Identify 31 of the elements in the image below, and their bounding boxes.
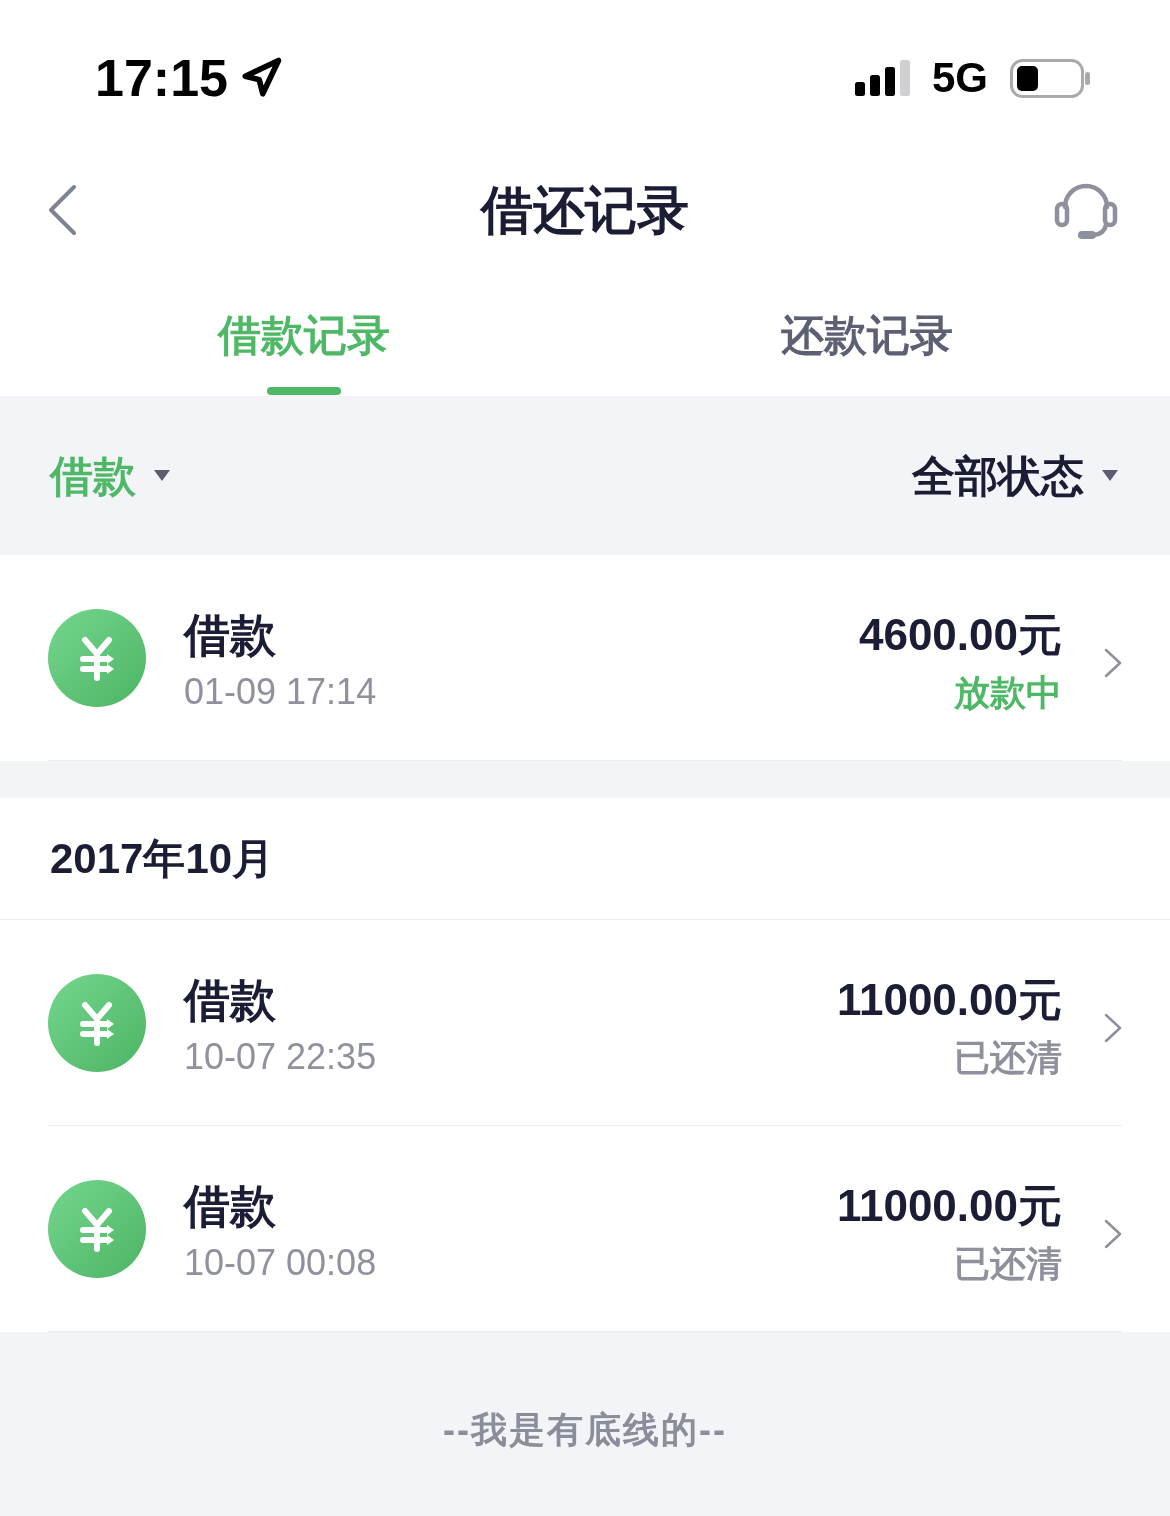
caret-down-icon [154,470,170,481]
status-time: 17:15 [95,48,228,108]
record-time: 01-09 17:14 [184,670,377,714]
caret-down-icon [1102,470,1118,481]
network-label: 5G [931,53,988,103]
record-status: 已还清 [954,1035,1062,1080]
record-title: 借款 [184,1180,277,1232]
month-heading: 2017年10月 [50,833,275,884]
end-of-list-text: --我是有底线的-- [443,1408,727,1452]
record-status: 已还清 [954,1241,1062,1286]
record-amount: 4600.00元 [858,608,1062,661]
battery-icon [1010,58,1090,98]
signal-icon [854,60,910,96]
record-time: 10-07 22:35 [184,1035,377,1079]
back-icon[interactable] [46,184,78,236]
record-amount: 11000.00元 [836,973,1062,1026]
record-time: 10-07 00:08 [184,1241,377,1285]
yen-coin-icon [48,973,146,1072]
chevron-right-icon [1104,1218,1122,1249]
record-title: 借款 [184,609,277,661]
tab[interactable]: 还款记录 [585,270,1148,396]
record-title: 借款 [184,974,277,1026]
chevron-right-icon [1104,647,1122,678]
yen-coin-icon [48,1179,146,1278]
record-amount: 11000.00元 [836,1179,1062,1232]
chevron-right-icon [1104,1012,1122,1043]
record-status: 放款中 [954,670,1062,715]
page-title: 借还记录 [481,180,689,240]
filter-dropdown[interactable]: 全部状态 [912,450,1118,501]
location-arrow-icon [240,57,282,99]
yen-coin-icon [48,608,146,707]
